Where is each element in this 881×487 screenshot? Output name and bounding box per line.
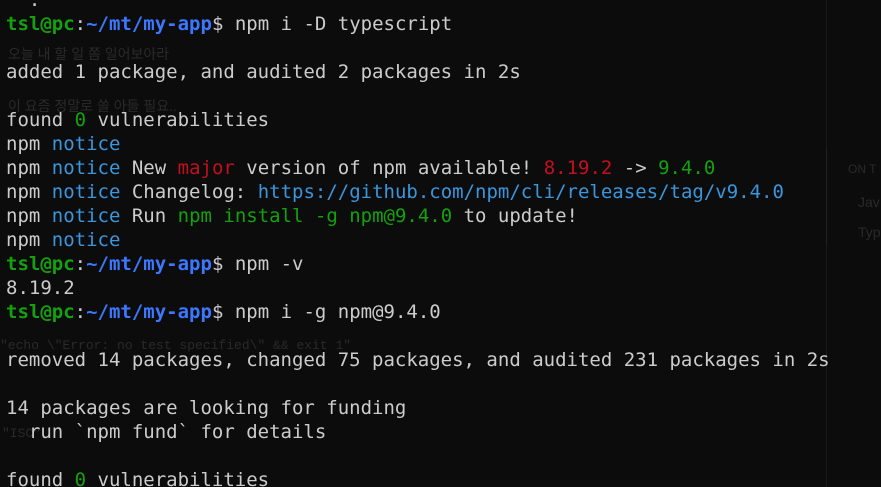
output-text: to update! <box>452 205 579 227</box>
output-text: Changelog: <box>120 181 258 203</box>
terminal-window[interactable]: 오늘 내 할 일 쫌 일어보아라 이 요즘 정말로 쓸 아들 필요.. ON T… <box>0 0 881 487</box>
terminal-output: . tsl@pc:~/mt/my-app$ npm i -D typescript… <box>6 0 881 487</box>
npm-label: npm <box>6 205 41 227</box>
npm-notice-line: npm notice <box>6 132 881 156</box>
output-line: removed 14 packages, changed 75 packages… <box>6 348 881 372</box>
update-command: npm install -g npm@9.4.0 <box>177 205 453 227</box>
output-text: run `npm fund` for details <box>6 421 327 443</box>
version-arrow: -> <box>612 157 659 179</box>
output-text: found <box>6 109 75 131</box>
new-version: 9.4.0 <box>658 157 716 179</box>
prompt-line: tsl@pc:~/mt/my-app$ npm i -g npm@9.4.0 <box>6 300 881 324</box>
prompt-path: ~/mt/my-app <box>86 253 212 275</box>
prompt-line: tsl@pc:~/mt/my-app$ npm -v <box>6 252 881 276</box>
npm-notice-run-line: npm notice Run npm install -g npm@9.4.0 … <box>6 204 881 228</box>
prompt-symbol: $ <box>211 13 224 35</box>
vulnerability-count: 0 <box>74 469 87 487</box>
output-text: removed 14 packages, changed 75 packages… <box>6 349 830 371</box>
prompt-symbol: $ <box>211 301 224 323</box>
output-text: 14 packages are looking for funding <box>6 397 407 419</box>
vulnerabilities-line: found 0 vulnerabilities <box>6 108 881 132</box>
output-line: run `npm fund` for details <box>6 420 881 444</box>
prompt-line: tsl@pc:~/mt/my-app$ npm i -D typescript <box>6 12 881 36</box>
command-text: npm i -D typescript <box>223 13 453 35</box>
output-text: version of npm available! <box>234 157 544 179</box>
vulnerabilities-line: found 0 vulnerabilities <box>6 468 881 487</box>
npm-label: npm <box>6 181 41 203</box>
prompt-user: tsl@pc <box>6 13 75 35</box>
output-text: added 1 package, and audited 2 packages … <box>6 61 521 83</box>
output-line: 8.19.2 <box>6 276 881 300</box>
notice-label: notice <box>51 229 121 251</box>
output-text: vulnerabilities <box>86 109 270 131</box>
notice-label: notice <box>51 133 121 155</box>
notice-label: notice <box>51 181 121 203</box>
output-text: Run <box>120 205 178 227</box>
output-line: 14 packages are looking for funding <box>6 396 881 420</box>
output-line: added 1 package, and audited 2 packages … <box>6 60 881 84</box>
prompt-path: ~/mt/my-app <box>86 13 212 35</box>
output-text: . <box>6 0 41 11</box>
output-line: . <box>6 0 881 12</box>
npm-notice-version-line: npm notice New major version of npm avai… <box>6 156 881 180</box>
npm-label: npm <box>6 229 41 251</box>
prompt-user: tsl@pc <box>6 301 75 323</box>
major-label: major <box>177 157 235 179</box>
prompt-separator: : <box>74 13 87 35</box>
prompt-separator: : <box>74 253 87 275</box>
npm-notice-changelog-line: npm notice Changelog: https://github.com… <box>6 180 881 204</box>
prompt-user: tsl@pc <box>6 253 75 275</box>
prompt-separator: : <box>74 301 87 323</box>
changelog-link[interactable]: https://github.com/npm/cli/releases/tag/… <box>258 181 784 203</box>
vulnerability-count: 0 <box>74 109 87 131</box>
command-text: npm -v <box>223 253 304 275</box>
command-text: npm i -g npm@9.4.0 <box>223 301 441 323</box>
prompt-path: ~/mt/my-app <box>86 301 212 323</box>
npm-notice-line: npm notice <box>6 228 881 252</box>
prompt-symbol: $ <box>211 253 224 275</box>
notice-label: notice <box>51 157 121 179</box>
output-text: 8.19.2 <box>6 277 75 299</box>
output-text: vulnerabilities <box>86 469 270 487</box>
notice-label: notice <box>51 205 121 227</box>
npm-label: npm <box>6 133 41 155</box>
current-version: 8.19.2 <box>543 157 613 179</box>
npm-label: npm <box>6 157 41 179</box>
output-text: New <box>120 157 178 179</box>
output-text: found <box>6 469 75 487</box>
